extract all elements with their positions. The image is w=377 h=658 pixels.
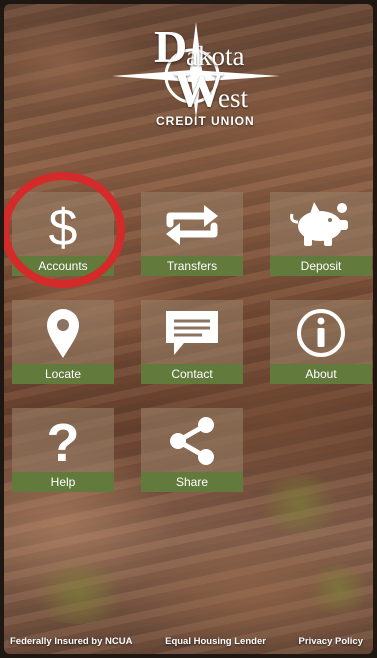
- contact-label: Contact: [141, 364, 243, 384]
- accounts-label: Accounts: [12, 256, 114, 276]
- logo-initial-w: W: [174, 61, 224, 117]
- svg-text:?: ?: [47, 413, 80, 469]
- ncua-link[interactable]: Federally Insured by NCUA: [10, 636, 132, 647]
- locate-tile[interactable]: Locate: [12, 300, 114, 384]
- dakota-west-logo: D akota W est CREDIT UNION: [106, 18, 286, 130]
- app-screen: D akota W est CREDIT UNION $ Accounts Tr…: [4, 4, 373, 654]
- deposit-label: Deposit: [270, 256, 372, 276]
- footer: Federally Insured by NCUA Equal Housing …: [4, 628, 373, 654]
- contact-tile[interactable]: Contact: [141, 300, 243, 384]
- locate-label: Locate: [12, 364, 114, 384]
- piggy-bank-icon: [290, 202, 348, 246]
- share-tile[interactable]: Share: [141, 408, 243, 492]
- background-foliage: [24, 564, 134, 624]
- chat-bubble-icon: [166, 311, 218, 355]
- logo-subtitle: CREDIT UNION: [156, 114, 255, 128]
- question-mark-icon: ?: [47, 413, 80, 469]
- transfer-arrows-icon: [166, 205, 218, 245]
- background-foliage: [304, 564, 373, 614]
- background-foliage: [254, 474, 344, 534]
- map-pin-icon: [47, 309, 79, 358]
- share-icon: [170, 417, 214, 465]
- equal-housing-link[interactable]: Equal Housing Lender: [165, 636, 266, 647]
- about-tile[interactable]: About: [270, 300, 372, 384]
- svg-text:$: $: [49, 199, 78, 253]
- transfers-label: Transfers: [141, 256, 243, 276]
- transfers-tile[interactable]: Transfers: [141, 192, 243, 276]
- help-tile[interactable]: ? Help: [12, 408, 114, 492]
- about-label: About: [270, 364, 372, 384]
- help-label: Help: [12, 472, 114, 492]
- logo-word-est: est: [218, 83, 248, 113]
- dollar-icon: $: [49, 199, 78, 253]
- share-label: Share: [141, 472, 243, 492]
- deposit-tile[interactable]: Deposit: [270, 192, 372, 276]
- accounts-tile[interactable]: $ Accounts: [12, 192, 114, 276]
- privacy-policy-link[interactable]: Privacy Policy: [299, 636, 363, 647]
- info-icon: [297, 309, 345, 357]
